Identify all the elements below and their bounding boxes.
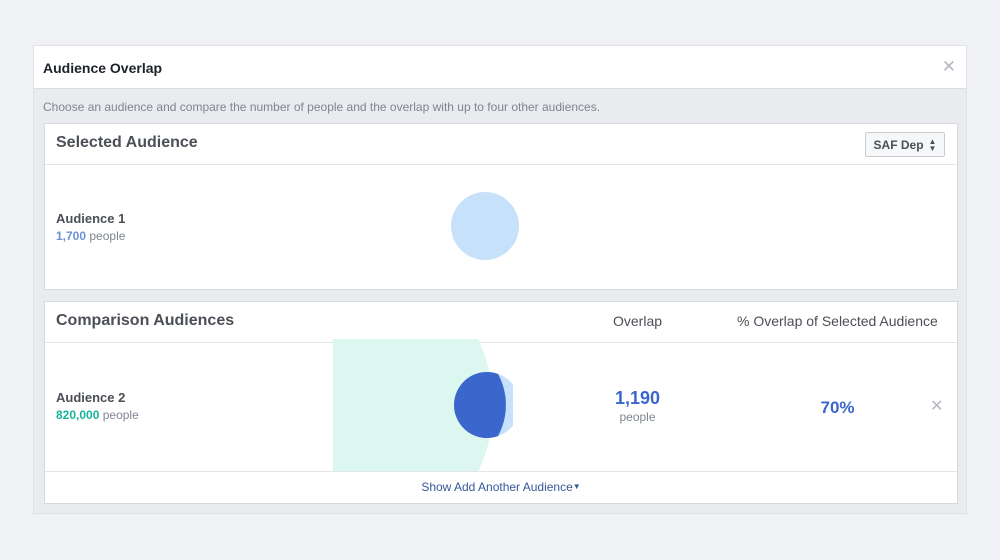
overlap-percentage: 70% (820, 398, 855, 417)
overlap-count: 1,190 (614, 388, 661, 408)
overlap-column-header: Overlap (613, 313, 663, 329)
comparison-audience-size: 820,000 people (56, 408, 139, 422)
selected-audience-name: Audience 1 (56, 211, 126, 226)
comparison-audience-count: 820,000 (56, 408, 100, 422)
comparison-header: Comparison Audiences Overlap % Overlap o… (45, 302, 957, 343)
selected-audience-title: Selected Audience (56, 134, 198, 151)
overlap-venn-diagram (333, 339, 513, 472)
remove-audience-close-icon[interactable]: ✕ (930, 396, 943, 416)
overlap-unit: people (619, 410, 656, 424)
audience-selector-value: SAF Dep (873, 137, 924, 152)
comparison-title: Comparison Audiences (56, 312, 235, 329)
show-add-another-audience-label: Show Add Another Audience (421, 480, 573, 494)
comparison-audience-name: Audience 2 (56, 390, 126, 405)
selected-audience-unit: people (89, 229, 126, 243)
comparison-audience-unit: people (102, 408, 139, 422)
caret-down-icon: ▼ (572, 482, 581, 491)
instructions-text: Choose an audience and compare the numbe… (43, 100, 601, 114)
show-add-another-audience-link[interactable]: Show Add Another Audience▼ (45, 480, 957, 494)
selected-audience-circle (451, 192, 519, 260)
audience-overlap-dialog: Audience Overlap ✕ Choose an audience an… (33, 45, 967, 514)
audience-selector[interactable]: SAF Dep ▲ ▼ (865, 132, 945, 157)
comparison-audiences-card: Comparison Audiences Overlap % Overlap o… (44, 301, 958, 504)
dialog-title: Audience Overlap (43, 60, 163, 76)
close-icon[interactable]: ✕ (942, 58, 956, 75)
selected-audience-count: 1,700 (56, 229, 87, 243)
selected-audience-header: Selected Audience SAF Dep ▲ ▼ (45, 124, 957, 165)
selected-audience-size: 1,700 people (56, 229, 125, 243)
dialog-header: Audience Overlap ✕ (34, 46, 966, 89)
comparison-footer: Show Add Another Audience▼ (45, 471, 957, 503)
selected-audience-card: Selected Audience SAF Dep ▲ ▼ Audience 1 … (44, 123, 958, 290)
pct-overlap-column-header: % Overlap of Selected Audience (737, 313, 938, 329)
up-down-caret-icon: ▲ ▼ (928, 136, 937, 153)
